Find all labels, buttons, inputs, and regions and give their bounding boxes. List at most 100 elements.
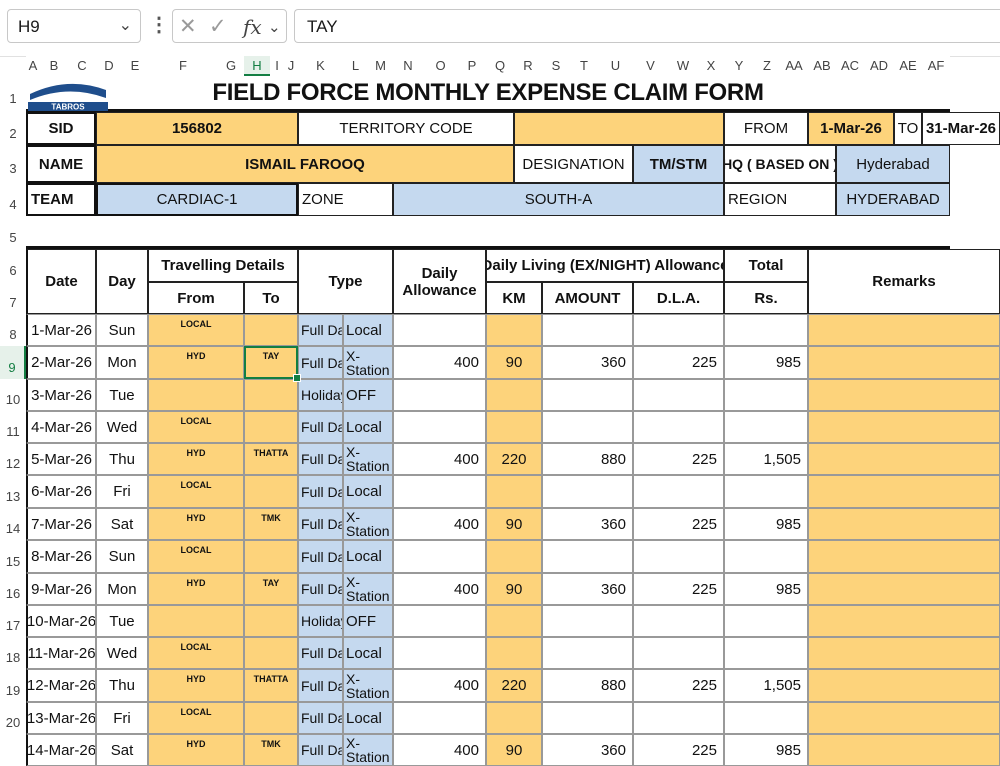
row-header-2[interactable]: 2 xyxy=(0,112,26,145)
cell-from[interactable] xyxy=(148,379,244,411)
cell-to[interactable]: TMK xyxy=(244,734,298,766)
row-header-12[interactable]: 12 xyxy=(0,443,26,475)
cell-daily-allowance[interactable] xyxy=(393,379,486,411)
row-header-6[interactable]: 6 xyxy=(0,249,26,282)
cell-km[interactable] xyxy=(486,475,542,508)
cell-type-duration[interactable]: Holiday xyxy=(298,379,343,411)
cell-total[interactable] xyxy=(724,702,808,734)
cell-date[interactable]: 14-Mar-26 xyxy=(26,734,96,766)
cell-daily-allowance[interactable]: 400 xyxy=(393,443,486,475)
cell-from[interactable]: LOCAL xyxy=(148,637,244,669)
form-title[interactable]: FIELD FORCE MONTHLY EXPENSE CLAIM FORM xyxy=(26,76,950,112)
cell-to[interactable] xyxy=(244,379,298,411)
cell-remarks[interactable] xyxy=(808,346,1000,379)
column-header-q[interactable]: Q xyxy=(486,56,514,76)
cell-to[interactable] xyxy=(244,475,298,508)
row-header-18[interactable]: 18 xyxy=(0,637,26,669)
cell-to[interactable]: THATTA xyxy=(244,669,298,702)
header-date[interactable]: Date xyxy=(26,249,96,314)
cell-remarks[interactable] xyxy=(808,508,1000,540)
cell-from[interactable]: HYD xyxy=(148,508,244,540)
cell-daily-allowance[interactable] xyxy=(393,475,486,508)
cell-day[interactable]: Fri xyxy=(96,702,148,734)
cell-daily-allowance[interactable] xyxy=(393,637,486,669)
cell-from[interactable]: HYD xyxy=(148,573,244,605)
cell-dla[interactable]: 225 xyxy=(633,346,724,379)
column-header-u[interactable]: U xyxy=(598,56,633,76)
hq-value[interactable]: Hyderabad xyxy=(836,145,950,183)
column-header-z[interactable]: Z xyxy=(754,56,780,76)
column-header-b[interactable]: B xyxy=(40,56,68,76)
column-header-a[interactable]: A xyxy=(26,56,40,76)
column-header-f[interactable]: F xyxy=(148,56,218,76)
cell-amount[interactable]: 360 xyxy=(542,508,633,540)
cell-km[interactable]: 220 xyxy=(486,443,542,475)
cell-from[interactable]: LOCAL xyxy=(148,411,244,443)
cell-km[interactable]: 90 xyxy=(486,573,542,605)
cell-daily-allowance[interactable]: 400 xyxy=(393,734,486,766)
cell-total[interactable]: 985 xyxy=(724,573,808,605)
cell-amount[interactable] xyxy=(542,540,633,573)
column-header-af[interactable]: AF xyxy=(922,56,950,76)
cell-daily-allowance[interactable] xyxy=(393,314,486,346)
row-header-4[interactable]: 4 xyxy=(0,183,26,216)
cell-to[interactable]: THATTA xyxy=(244,443,298,475)
cell-daily-allowance[interactable] xyxy=(393,411,486,443)
cell-dla[interactable] xyxy=(633,605,724,637)
column-header-p[interactable]: P xyxy=(458,56,486,76)
cell-remarks[interactable] xyxy=(808,669,1000,702)
cell-total[interactable] xyxy=(724,379,808,411)
cell-dla[interactable]: 225 xyxy=(633,734,724,766)
column-header-ad[interactable]: AD xyxy=(864,56,894,76)
from-value[interactable]: 1-Mar-26 xyxy=(808,112,894,145)
cell-total[interactable] xyxy=(724,411,808,443)
cell-type-location[interactable]: X-Station xyxy=(343,734,393,766)
cell-dla[interactable]: 225 xyxy=(633,573,724,605)
column-header-ae[interactable]: AE xyxy=(894,56,922,76)
cell-date[interactable]: 1-Mar-26 xyxy=(26,314,96,346)
cell-total[interactable] xyxy=(724,637,808,669)
cell-day[interactable]: Sun xyxy=(96,314,148,346)
row-header-19[interactable]: 19 xyxy=(0,669,26,702)
cell-day[interactable]: Tue xyxy=(96,605,148,637)
cell-amount[interactable] xyxy=(542,411,633,443)
row-header-8[interactable]: 8 xyxy=(0,314,26,346)
cell-total[interactable]: 985 xyxy=(724,734,808,766)
cell-remarks[interactable] xyxy=(808,475,1000,508)
header-to[interactable]: To xyxy=(244,282,298,314)
region-value[interactable]: HYDERABAD xyxy=(836,183,950,216)
cell-from[interactable]: HYD xyxy=(148,443,244,475)
cell-to[interactable] xyxy=(244,314,298,346)
column-header-x[interactable]: X xyxy=(698,56,724,76)
cell-total[interactable]: 1,505 xyxy=(724,669,808,702)
cell-dla[interactable] xyxy=(633,379,724,411)
cell-remarks[interactable] xyxy=(808,540,1000,573)
cell-type-duration[interactable]: Full Day xyxy=(298,475,343,508)
cell-daily-allowance[interactable] xyxy=(393,702,486,734)
cell-type-duration[interactable]: Full Day xyxy=(298,443,343,475)
column-header-t[interactable]: T xyxy=(570,56,598,76)
cell-daily-allowance[interactable] xyxy=(393,540,486,573)
cell-type-location[interactable]: OFF xyxy=(343,379,393,411)
row-header-11[interactable]: 11 xyxy=(0,411,26,443)
cell-type-location[interactable]: X-Station xyxy=(343,573,393,605)
cell-amount[interactable]: 880 xyxy=(542,669,633,702)
from-label[interactable]: FROM xyxy=(724,112,808,145)
column-header-v[interactable]: V xyxy=(633,56,668,76)
cell-amount[interactable] xyxy=(542,314,633,346)
column-header-c[interactable]: C xyxy=(68,56,96,76)
cell-dla[interactable] xyxy=(633,540,724,573)
cell-date[interactable]: 5-Mar-26 xyxy=(26,443,96,475)
column-header-d[interactable]: D xyxy=(96,56,122,76)
cell-day[interactable]: Mon xyxy=(96,573,148,605)
territory-label[interactable]: TERRITORY CODE xyxy=(298,112,514,145)
cell-type-location[interactable]: Local xyxy=(343,475,393,508)
cell-day[interactable]: Sun xyxy=(96,540,148,573)
header-day[interactable]: Day xyxy=(96,249,148,314)
cell-date[interactable]: 9-Mar-26 xyxy=(26,573,96,605)
cell-type-location[interactable]: X-Station xyxy=(343,443,393,475)
cell-dla[interactable]: 225 xyxy=(633,669,724,702)
territory-value[interactable] xyxy=(514,112,724,145)
header-rs[interactable]: Rs. xyxy=(724,282,808,314)
to-label[interactable]: TO xyxy=(894,112,922,145)
